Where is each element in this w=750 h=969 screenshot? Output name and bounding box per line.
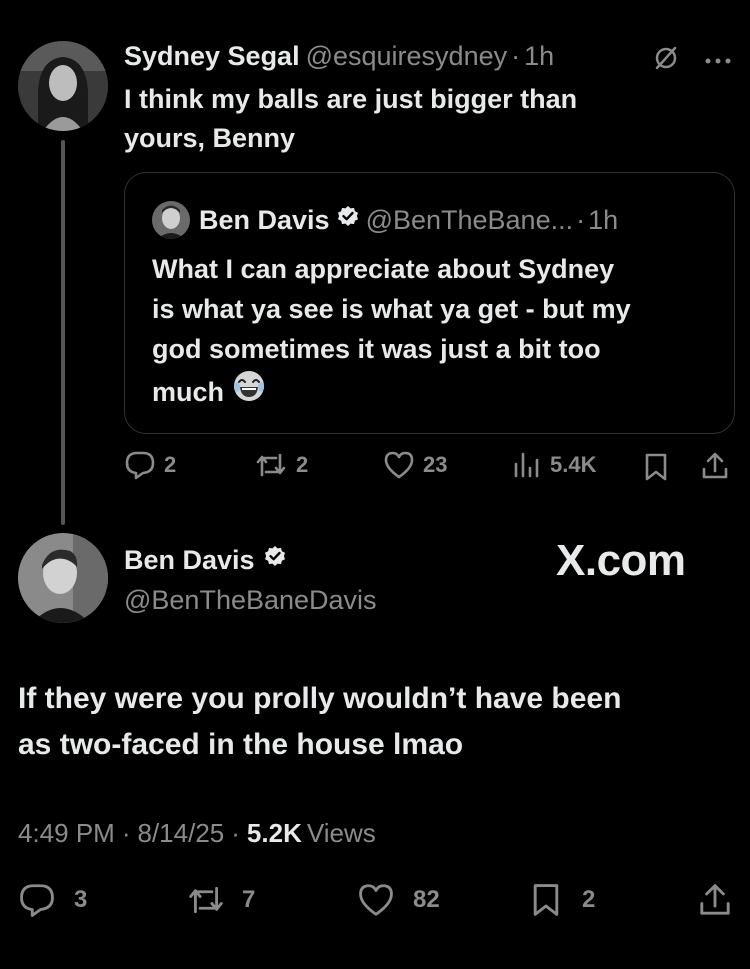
quote-time[interactable]: 1h [588,205,618,236]
main-text-line-2: as two-faced in the house lmao [18,728,464,761]
reply-icon [18,882,56,918]
more-icon[interactable] [704,52,732,70]
quote-author-handle[interactable]: @BenTheBane... [366,205,574,236]
main-reply-count: 3 [74,886,88,913]
quote-author-name[interactable]: Ben Davis [199,205,330,236]
views-count: 5.2K [246,818,302,848]
main-repost-button[interactable]: 7 [186,882,255,918]
quote-text-line-2: is what ya see is what ya get - but my [152,294,631,324]
ben-avatar[interactable] [18,533,108,623]
parent-views-count: 5.4K [550,452,597,477]
bookmark-icon[interactable] [643,452,669,487]
parent-text-line-2: yours, Benny [124,123,296,153]
parent-reply-count: 2 [164,452,177,477]
parent-text-line-1: I think my balls are just bigger than [124,84,578,114]
like-icon [357,882,395,918]
sydney-avatar[interactable] [18,41,108,131]
quote-text-line-3: god sometimes it was just a bit too [152,334,601,364]
repost-icon [254,450,288,480]
parent-like-button[interactable]: 23 [383,450,447,480]
meta-separator: · [121,818,131,848]
main-reply-button[interactable]: 3 [18,882,87,918]
main-repost-count: 7 [242,886,256,913]
reply-icon [124,450,156,480]
main-like-button[interactable]: 82 [357,882,440,918]
post-meta: 4:49 PM · 8/14/25 · 5.2K Views [18,818,376,849]
quote-text: What I can appreciate about Sydney is wh… [152,249,631,414]
share-icon[interactable] [697,882,733,923]
header-separator: · [511,40,521,71]
parent-post-time[interactable]: 1h [524,41,554,72]
parent-reply-button[interactable]: 2 [124,450,176,480]
parent-repost-button[interactable]: 2 [254,450,308,480]
parent-post-text: I think my balls are just bigger than yo… [124,80,577,158]
grok-icon[interactable] [652,44,680,77]
thread-line [61,140,65,525]
parent-like-count: 23 [423,452,448,477]
like-icon [383,450,415,480]
main-author-handle[interactable]: @BenTheBaneDavis [124,580,377,620]
quote-avatar[interactable] [152,201,190,239]
views-label: Views [306,818,376,848]
quoted-post-card[interactable]: Ben Davis @BenTheBane... · 1h What I can… [124,172,735,434]
laughing-emoji-icon [232,369,266,414]
repost-icon [186,882,226,918]
post-time[interactable]: 4:49 PM [18,818,115,849]
quote-text-line-4: much [152,376,225,407]
main-author-name[interactable]: Ben Davis [124,540,255,580]
quote-separator: · [576,204,586,235]
main-like-count: 82 [413,886,440,913]
meta-separator: · [231,818,240,848]
bookmark-icon [530,882,562,918]
main-post-text: If they were you prolly wouldn’t have be… [18,676,621,768]
main-text-line-1: If they were you prolly wouldn’t have be… [18,682,622,715]
parent-repost-count: 2 [296,452,309,477]
parent-author-handle[interactable]: @esquiresydney [306,41,508,72]
quote-text-line-1: What I can appreciate about Sydney [152,254,615,284]
share-icon[interactable] [700,451,730,486]
main-post-header: Ben Davis @BenTheBaneDavis [124,540,377,620]
post-date[interactable]: 8/14/25 [138,818,225,849]
main-bookmark-count: 2 [582,886,596,913]
parent-post-header: Sydney Segal @esquiresydney · 1h [124,38,554,74]
verified-badge-icon [336,205,360,236]
x-watermark: X.com [556,536,686,585]
quote-header: Ben Davis @BenTheBane... · 1h [199,202,618,238]
main-bookmark-button[interactable]: 2 [530,882,595,918]
parent-author-name[interactable]: Sydney Segal [124,41,300,72]
verified-badge-icon [263,540,287,580]
views-icon [512,450,542,480]
parent-views-button[interactable]: 5.4K [512,450,596,480]
